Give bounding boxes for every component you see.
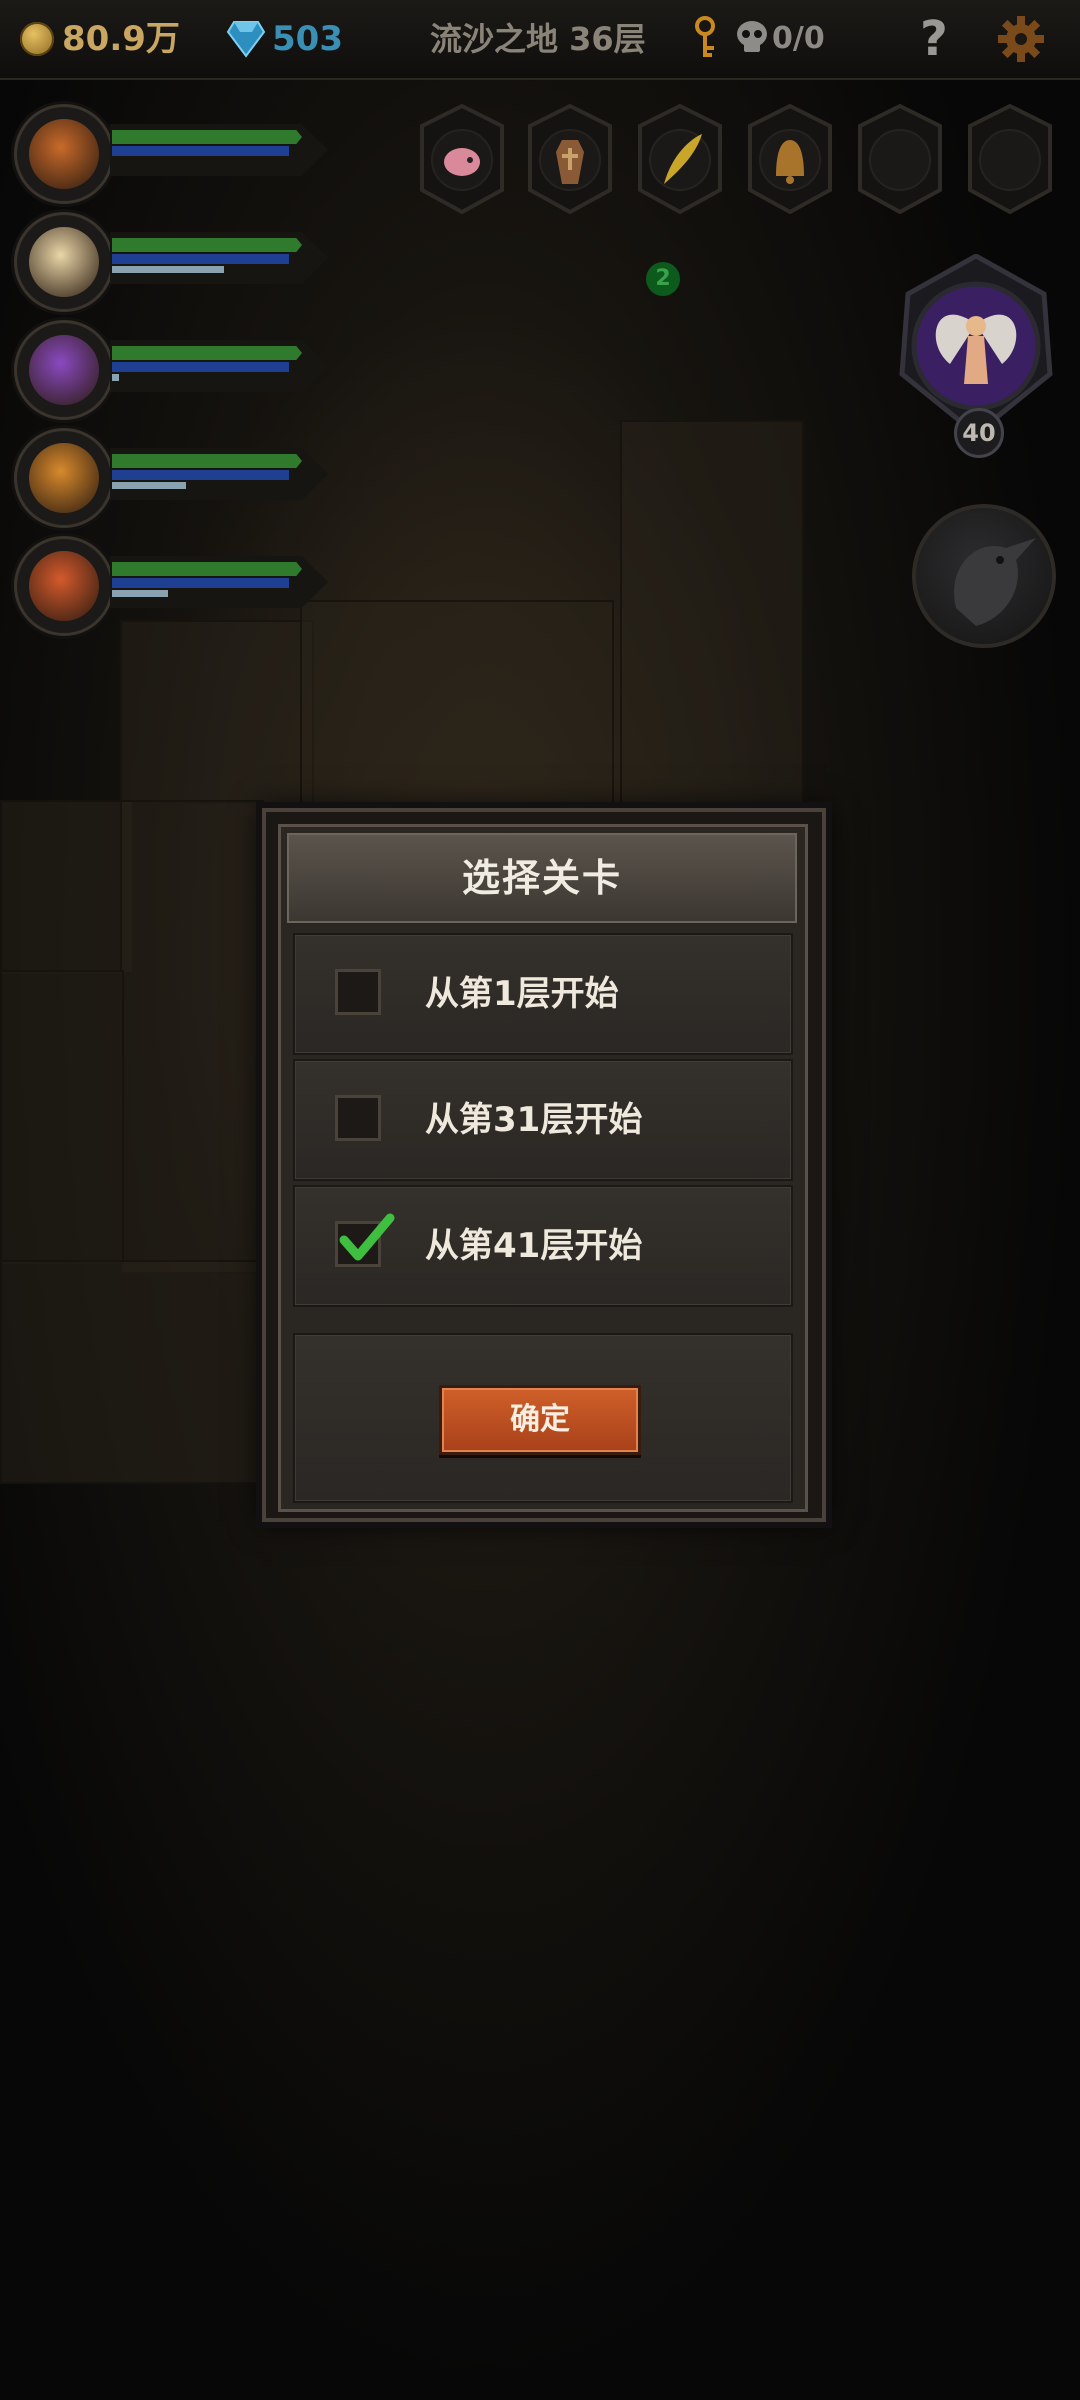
item-slot[interactable] xyxy=(636,103,724,215)
option-label: 从第1层开始 xyxy=(425,974,619,1014)
coffin-icon xyxy=(528,103,612,215)
hero-frame xyxy=(14,428,114,528)
gem-amount: 503 xyxy=(272,19,343,59)
hero-frame xyxy=(14,104,114,204)
hp-bar xyxy=(112,562,302,576)
hp-bar xyxy=(112,130,302,144)
raven-skill-button[interactable] xyxy=(912,504,1056,648)
item-slot[interactable] xyxy=(856,103,944,215)
option-label: 从第41层开始 xyxy=(425,1226,643,1266)
empty-slot xyxy=(968,103,1052,215)
checkmark-icon xyxy=(339,1213,395,1261)
floor-tile xyxy=(0,800,134,974)
confirm-button[interactable]: 确定 xyxy=(439,1385,641,1455)
key-icon xyxy=(695,16,715,57)
hero-frame xyxy=(14,212,114,312)
hero-portrait xyxy=(29,443,99,513)
option-floor-31[interactable]: 从第31层开始 xyxy=(293,1059,793,1181)
dialog-title: 选择关卡 xyxy=(287,833,797,923)
hero-card[interactable] xyxy=(14,104,334,204)
mp-bar xyxy=(112,146,289,156)
option-label: 从第31层开始 xyxy=(425,1100,643,1140)
mp-bar xyxy=(112,470,289,480)
hero-portrait xyxy=(29,551,99,621)
floor-tile xyxy=(120,620,314,804)
empty-slot xyxy=(858,103,942,215)
dialog-footer: 确定 xyxy=(293,1333,793,1503)
skull-icon xyxy=(737,21,767,52)
option-floor-1[interactable]: 从第1层开始 xyxy=(293,933,793,1055)
hero-frame xyxy=(14,536,114,636)
floor-tile xyxy=(120,800,264,1274)
xp-bar xyxy=(112,266,224,273)
hero-card[interactable] xyxy=(14,212,334,312)
mp-bar xyxy=(112,578,289,588)
checkbox[interactable] xyxy=(335,1095,381,1141)
hero-card[interactable] xyxy=(14,320,334,420)
item-slot[interactable] xyxy=(966,103,1054,215)
dialog-body: 选择关卡 从第1层开始 从第31层开始 从第41层开始 确定 xyxy=(278,824,808,1512)
gear-icon[interactable] xyxy=(996,14,1046,64)
feather-icon xyxy=(638,103,722,215)
xp-bar xyxy=(112,374,119,381)
floor-tile xyxy=(620,420,804,804)
floor-tile xyxy=(0,1260,266,1484)
raven-icon xyxy=(954,538,1036,626)
item-slot[interactable] xyxy=(746,103,834,215)
option-floor-41[interactable]: 从第41层开始 xyxy=(293,1185,793,1307)
level-select-dialog: 选择关卡 从第1层开始 从第31层开始 从第41层开始 确定 xyxy=(262,808,826,1522)
hero-portrait xyxy=(29,227,99,297)
boss-portrait[interactable]: 40 xyxy=(894,253,1058,464)
checkbox[interactable] xyxy=(335,969,381,1015)
hero-frame xyxy=(14,320,114,420)
gold-amount: 80.9万 xyxy=(62,19,180,59)
xp-bar xyxy=(112,482,186,489)
hero-card[interactable] xyxy=(14,536,334,636)
checkbox-checked[interactable] xyxy=(335,1213,395,1267)
pig-icon xyxy=(420,103,504,215)
help-icon[interactable]: ? xyxy=(920,0,948,78)
xp-bar xyxy=(112,590,168,597)
hp-bar xyxy=(112,454,302,468)
top-bar: 80.9万 503 流沙之地 36层 0/0 ? xyxy=(0,0,1080,80)
notification-badge: 2 xyxy=(646,262,680,296)
level-name: 流沙之地 36层 xyxy=(430,20,646,58)
coin-icon xyxy=(20,22,54,56)
hero-portrait xyxy=(29,119,99,189)
item-slot[interactable] xyxy=(526,103,614,215)
hp-bar xyxy=(112,238,302,252)
hp-bar xyxy=(112,346,302,360)
bell-icon xyxy=(748,103,832,215)
gem-icon xyxy=(226,21,266,58)
floor-tile xyxy=(0,970,124,1264)
boss-level: 40 xyxy=(954,408,1004,458)
mp-bar xyxy=(112,254,289,264)
hero-portrait xyxy=(29,335,99,405)
item-slot[interactable] xyxy=(418,103,506,215)
mp-bar xyxy=(112,362,289,372)
floor-tile xyxy=(300,600,614,804)
kill-counter: 0/0 xyxy=(772,21,825,56)
hero-card[interactable] xyxy=(14,428,334,528)
